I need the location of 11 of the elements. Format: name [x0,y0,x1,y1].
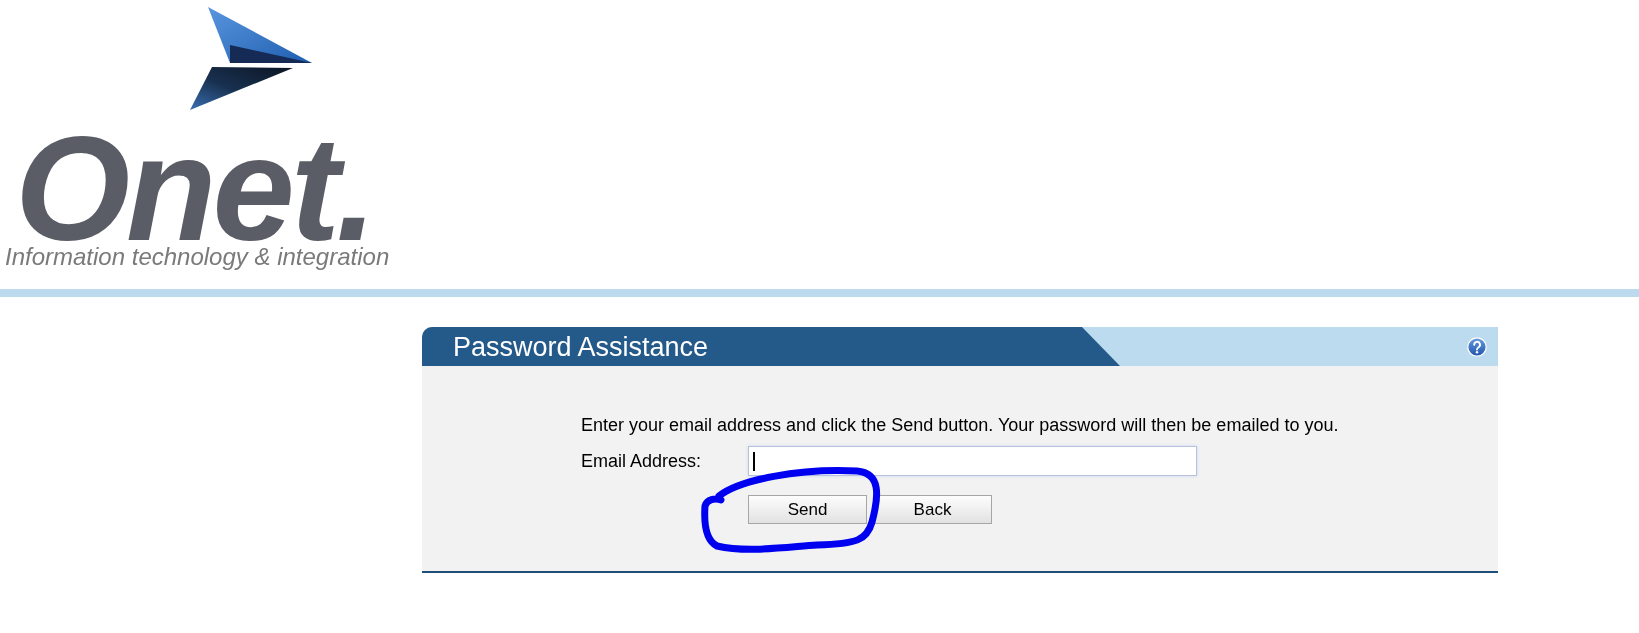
email-input[interactable] [748,446,1197,476]
help-icon[interactable] [1467,336,1487,357]
form-button[interactable]: Back [873,495,992,524]
logo-tagline: Information technology & integration [5,245,390,269]
text-cursor [753,452,755,471]
email-label: Email Address: [581,450,703,472]
instructions-text: Enter your email address and click the Send button. Your password will then be emailed to you. [581,415,1339,436]
logo-arrow-icon [188,5,314,111]
panel-title: Password Assistance [453,331,709,362]
logo-wordmark: Onet. [15,133,374,245]
form-button[interactable]: Send [748,495,867,524]
